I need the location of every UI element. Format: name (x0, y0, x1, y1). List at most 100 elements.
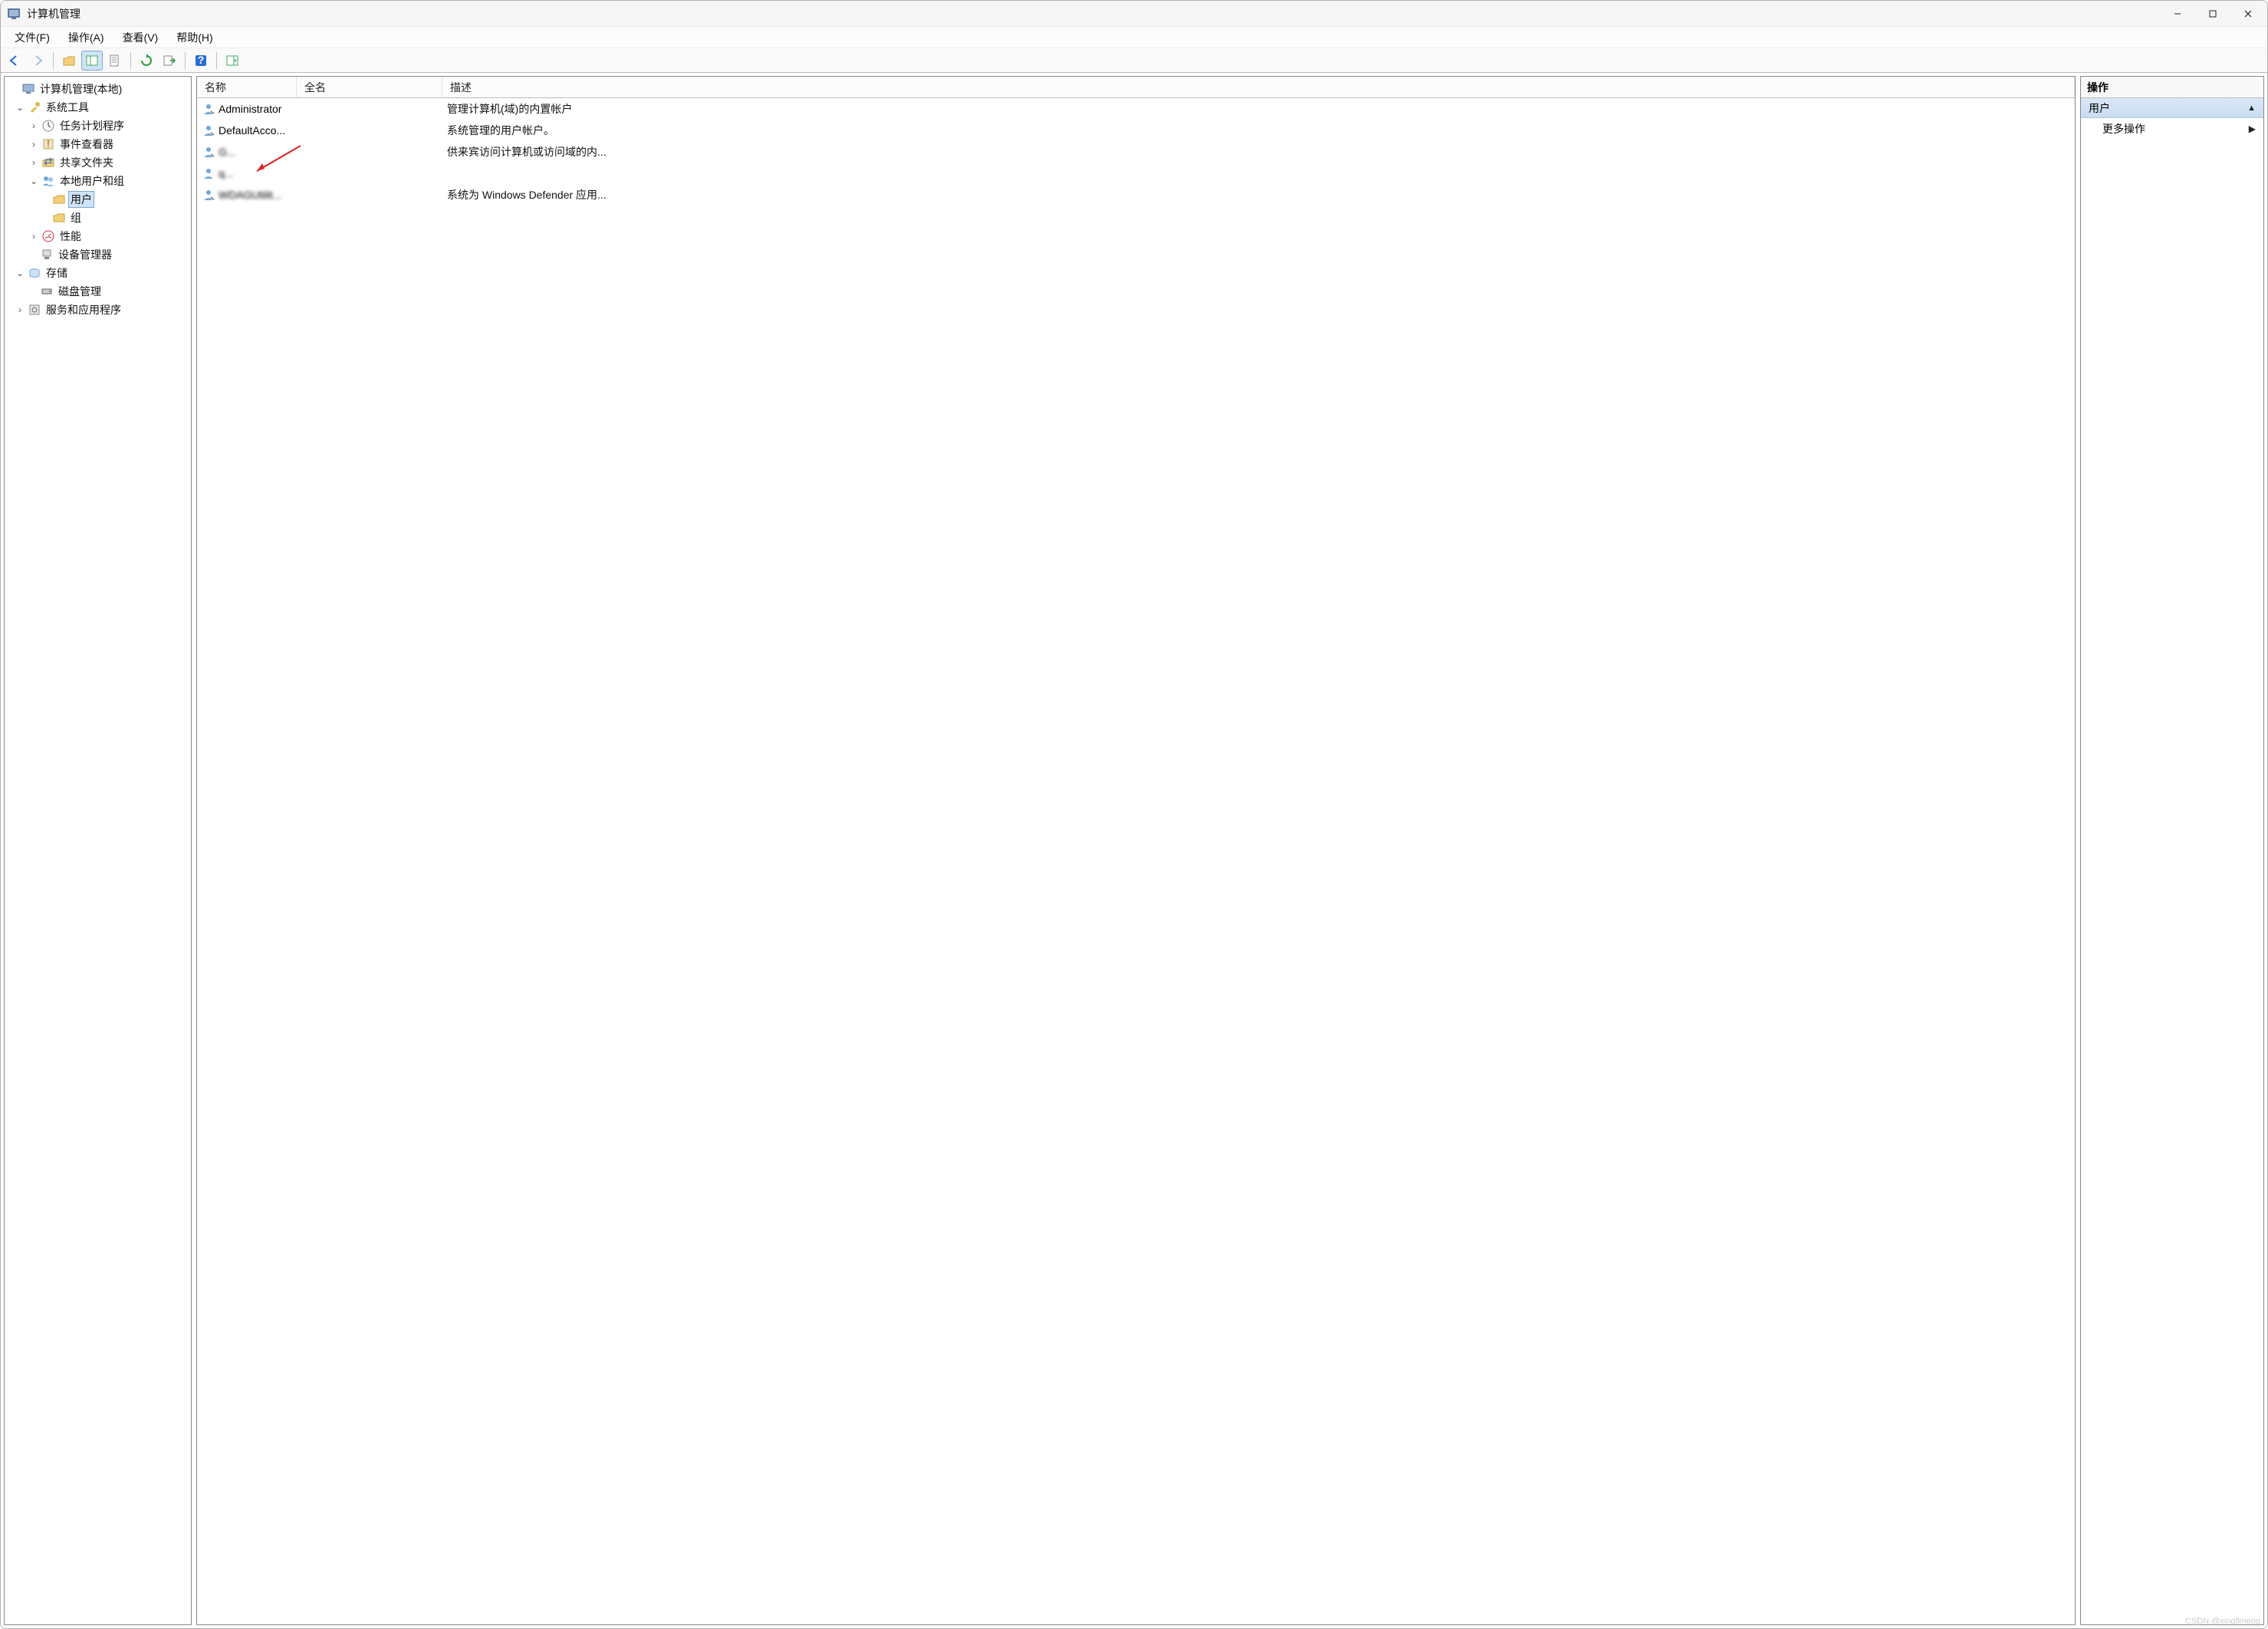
tools-icon (28, 100, 41, 114)
column-description[interactable]: 描述 (442, 77, 2075, 97)
svg-text:?: ? (198, 54, 205, 66)
titlebar: 计算机管理 (1, 1, 2267, 27)
user-description: 系统管理的用户帐户。 (447, 123, 554, 138)
nav-forward-button[interactable] (27, 51, 48, 71)
help-button[interactable]: ? (190, 51, 212, 71)
tree-label: 服务和应用程序 (44, 302, 123, 318)
action-more[interactable]: 更多操作 ▶ (2081, 118, 2263, 140)
list-item[interactable]: Administrator 管理计算机(域)的内置帐户 (197, 98, 2075, 120)
action-category-label: 用户 (2089, 100, 2110, 116)
performance-icon (41, 229, 55, 243)
chevron-down-icon[interactable]: ⌄ (28, 175, 40, 187)
folder-icon (52, 193, 66, 206)
menubar: 文件(F) 操作(A) 查看(V) 帮助(H) (1, 27, 2267, 48)
menu-action[interactable]: 操作(A) (61, 28, 112, 47)
tree-local-users-groups[interactable]: ⌄ 本地用户和组 (5, 172, 191, 190)
tree-storage[interactable]: ⌄ 存储 (5, 264, 191, 282)
tree-label: 系统工具 (44, 100, 90, 115)
up-level-button[interactable] (58, 51, 80, 71)
disk-icon (40, 285, 54, 298)
action-category-users[interactable]: 用户 ▲ (2081, 98, 2263, 118)
user-icon (202, 188, 215, 202)
user-name: Administrator (219, 103, 281, 115)
tree-label: 性能 (58, 229, 83, 244)
toolbar-separator (216, 52, 217, 69)
tree-label: 共享文件夹 (58, 155, 115, 170)
action-label: 更多操作 (2102, 121, 2145, 137)
chevron-up-icon: ▲ (2247, 104, 2256, 113)
chevron-right-icon: ▶ (2249, 123, 2256, 134)
list-panel: 名称 全名 描述 Administrator 管理计算机(域)的内置帐户 Def… (196, 76, 2076, 1625)
computer-icon (21, 82, 35, 96)
nav-back-button[interactable] (4, 51, 25, 71)
tree-device-manager[interactable]: 设备管理器 (5, 245, 191, 264)
export-button[interactable] (159, 51, 180, 71)
user-description: 管理计算机(域)的内置帐户 (447, 101, 572, 117)
tree-groups[interactable]: 组 (5, 209, 191, 227)
menu-view[interactable]: 查看(V) (115, 28, 166, 47)
user-name: q... (219, 167, 233, 179)
svg-text:⇄: ⇄ (44, 156, 53, 167)
menu-help[interactable]: 帮助(H) (169, 28, 220, 47)
list-body: Administrator 管理计算机(域)的内置帐户 DefaultAcco.… (197, 98, 2075, 1624)
chevron-right-icon[interactable]: › (28, 156, 40, 169)
list-item[interactable]: DefaultAcco... 系统管理的用户帐户。 (197, 120, 2075, 141)
chevron-right-icon[interactable]: › (28, 230, 40, 242)
tree-root[interactable]: 计算机管理(本地) (5, 80, 191, 98)
list-header: 名称 全名 描述 (197, 77, 2075, 98)
column-name[interactable]: 名称 (197, 77, 297, 97)
shared-folder-icon: ⇄ (41, 156, 55, 169)
chevron-right-icon[interactable]: › (14, 304, 26, 316)
user-icon (202, 145, 215, 159)
menu-file[interactable]: 文件(F) (7, 28, 58, 47)
tree-event-viewer[interactable]: › ! 事件查看器 (5, 135, 191, 153)
event-icon: ! (41, 137, 55, 151)
tree-shared-folders[interactable]: › ⇄ 共享文件夹 (5, 153, 191, 172)
tree-performance[interactable]: › 性能 (5, 227, 191, 245)
tree-body: 计算机管理(本地) ⌄ 系统工具 › 任务计划程序 › ! 事件查看器 (5, 77, 191, 322)
tree-task-scheduler[interactable]: › 任务计划程序 (5, 117, 191, 135)
close-button[interactable] (2230, 2, 2266, 26)
tree-disk-management[interactable]: 磁盘管理 (5, 282, 191, 301)
tree-label: 组 (69, 210, 83, 225)
chevron-right-icon[interactable]: › (28, 120, 40, 132)
content-area: 计算机管理(本地) ⌄ 系统工具 › 任务计划程序 › ! 事件查看器 (1, 73, 2267, 1628)
user-description: 供来宾访问计算机或访问域的内... (447, 144, 606, 160)
refresh-button[interactable] (136, 51, 157, 71)
actions-header: 操作 (2081, 77, 2263, 98)
tree-services-apps[interactable]: › 服务和应用程序 (5, 301, 191, 319)
tree-label: 任务计划程序 (58, 118, 126, 133)
device-icon (40, 248, 54, 262)
clock-icon (41, 119, 55, 133)
maximize-button[interactable] (2195, 2, 2230, 26)
user-icon (202, 166, 215, 180)
folder-icon (52, 211, 66, 225)
minimize-button[interactable] (2160, 2, 2195, 26)
chevron-down-icon[interactable]: ⌄ (14, 101, 26, 114)
list-item[interactable]: q... (197, 163, 2075, 184)
list-item[interactable]: WDAGUtilit... 系统为 Windows Defender 应用... (197, 184, 2075, 206)
toolbar: ? (1, 48, 2267, 73)
show-hide-tree-button[interactable] (81, 51, 103, 71)
tree-label: 用户 (69, 192, 94, 207)
tree-label: 设备管理器 (57, 247, 113, 262)
window-title: 计算机管理 (27, 6, 81, 21)
tree-label: 本地用户和组 (58, 173, 126, 189)
tree-panel: 计算机管理(本地) ⌄ 系统工具 › 任务计划程序 › ! 事件查看器 (4, 76, 192, 1625)
chevron-down-icon[interactable]: ⌄ (14, 267, 26, 279)
tree-label: 计算机管理(本地) (38, 81, 123, 97)
action-pane-button[interactable] (222, 51, 243, 71)
list-item[interactable]: G... 供来宾访问计算机或访问域的内... (197, 141, 2075, 163)
column-fullname[interactable]: 全名 (297, 77, 442, 97)
actions-panel: 操作 用户 ▲ 更多操作 ▶ (2080, 76, 2264, 1625)
watermark: CSDN @xingllmeng (2185, 1617, 2260, 1626)
user-name: DefaultAcco... (219, 124, 285, 137)
properties-button[interactable] (104, 51, 126, 71)
tree-system-tools[interactable]: ⌄ 系统工具 (5, 98, 191, 117)
app-icon (7, 7, 21, 21)
chevron-right-icon[interactable]: › (28, 138, 40, 150)
tree-label: 存储 (44, 265, 69, 281)
toolbar-separator (130, 52, 131, 69)
tree-users[interactable]: 用户 (5, 190, 191, 209)
user-icon (202, 123, 215, 137)
